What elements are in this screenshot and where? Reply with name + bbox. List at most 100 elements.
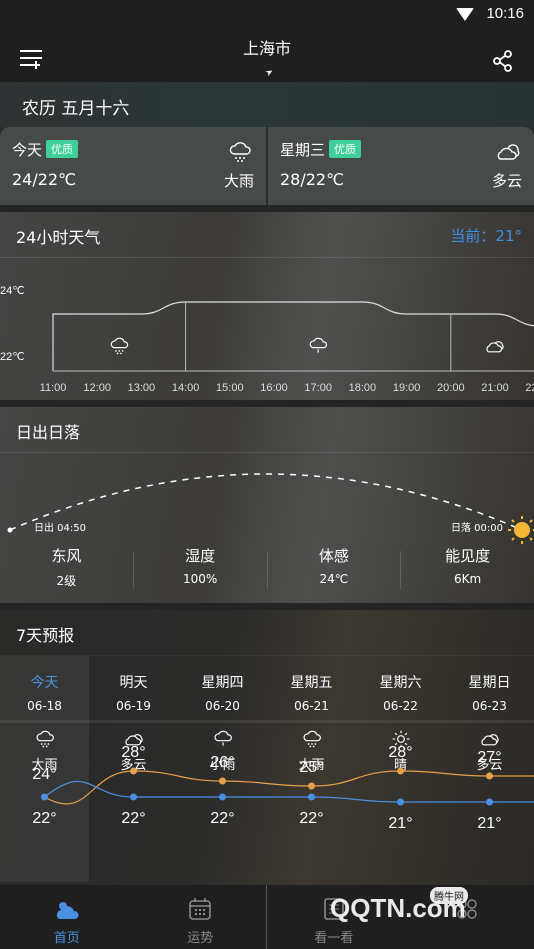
low-temp-point (219, 793, 226, 801)
hour-label: 13:00 (128, 382, 156, 394)
status-time: 10:16 (486, 5, 524, 22)
bottom-tab-bar: 首页 运势 看一看 QQTN.com 腾牛网 (0, 885, 534, 949)
forecast-temp-chart: 24° 22° 28° 22° 26° 22° 25° 22° 28° 21° 27° 21° (32, 744, 534, 832)
day-name: 今天 (12, 141, 43, 159)
high-temp-label: 24° (32, 766, 56, 783)
forecast-day-name: 星期四 (201, 675, 244, 691)
sun-icon (508, 516, 534, 544)
condition: 大雨 (223, 172, 254, 190)
share-icon[interactable] (492, 50, 514, 72)
hour-label: 11:00 (40, 382, 67, 394)
forecast-date: 06-18 (27, 699, 62, 713)
forecast-day-name: 星期六 (379, 675, 422, 691)
heavy-rain-icon (229, 142, 251, 162)
high-temp-label: 26° (210, 754, 234, 771)
low-temp-label: 22° (299, 810, 323, 827)
stat-humidity: 湿度 100% (134, 547, 268, 589)
hour-label: 12:00 (83, 382, 111, 394)
low-temp-point (308, 793, 315, 801)
sunrise-dot (7, 527, 13, 533)
aqi-badge: 优质 (329, 140, 362, 158)
status-bar: 10:16 (0, 0, 534, 30)
hourly-title: 24小时天气 (16, 228, 101, 247)
high-temp-point (219, 777, 226, 785)
low-temp-point (130, 793, 137, 801)
sun-section: 日出日落 日出 04:50 日落 00:00 东风 2级 湿度 100% 体感 24℃… (0, 407, 534, 603)
high-temp-label: 28° (121, 744, 145, 761)
hourly-chart[interactable]: 24℃ 22℃ 11:00 12:00 13:00 14:00 15:00 16:00 17:0… (0, 258, 534, 400)
day-summary-cards: 今天 优质 24/22℃ 大雨 星期三 优质 28/22℃ 多云 (0, 127, 534, 205)
high-temp-label: 25° (299, 759, 323, 776)
low-temp-point (486, 798, 493, 806)
tab-home[interactable]: 首页 (0, 885, 134, 949)
low-temp-line (44, 780, 534, 803)
low-temp-point (41, 793, 48, 801)
hour-label: 19:00 (393, 382, 421, 394)
low-temp-label: 21° (477, 815, 501, 832)
today-card[interactable]: 今天 优质 24/22℃ 大雨 (0, 127, 266, 205)
sunset-time: 日落 00:00 (451, 523, 503, 534)
aqi-badge: 优质 (46, 140, 79, 158)
forecast-date: 06-22 (383, 699, 418, 713)
forecast-section: 7天预报 今天 06-18 大雨 明天 06-19 多云 星期四 06-20 小… (0, 610, 534, 888)
high-temp-point (308, 782, 315, 790)
sunrise-time: 日出 04:50 (34, 523, 86, 534)
calendar-icon (189, 898, 212, 920)
city-title[interactable]: 上海市 (0, 35, 534, 59)
hour-label: 14:00 (172, 382, 200, 394)
condition: 多云 (491, 172, 522, 190)
weather-home-icon (56, 902, 79, 919)
stat-wind: 东风 2级 (0, 547, 134, 589)
y-axis-label: 24℃ (0, 285, 25, 297)
forecast-date: 06-23 (472, 699, 507, 713)
sun-arc (7, 473, 534, 544)
hour-label: 18:00 (349, 382, 377, 394)
weather-stats: 东风 2级 湿度 100% 体感 24℃ 能见度 6Km (0, 545, 534, 595)
high-temp-point (486, 772, 493, 780)
high-temp-point (397, 767, 404, 775)
high-temp-label: 28° (388, 744, 412, 761)
forecast-date: 06-21 (294, 699, 329, 713)
high-temp-point (130, 767, 137, 775)
high-temp-label: 27° (477, 749, 501, 766)
forecast-title: 7天预报 (16, 626, 75, 645)
hour-label: 22:00 (525, 382, 534, 394)
day-name: 星期三 (280, 141, 326, 159)
cloudy-icon (486, 341, 504, 353)
forecast-day-name: 今天 (30, 675, 59, 691)
tab-fortune[interactable]: 运势 (134, 885, 268, 949)
forecast-day-name: 明天 (119, 675, 148, 691)
cloudy-icon (497, 144, 520, 160)
hour-label: 17:00 (304, 382, 332, 394)
low-temp-point (397, 798, 404, 806)
stat-visibility: 能见度 6Km (445, 547, 491, 586)
high-temp-line (44, 770, 534, 805)
low-temp-label: 22° (32, 810, 56, 827)
temp-range: 24/22℃ (12, 170, 77, 189)
low-temp-label: 22° (121, 810, 145, 827)
lunar-date: 农历 五月十六 (0, 82, 534, 127)
temp-range: 28/22℃ (280, 170, 345, 189)
low-temp-label: 21° (388, 815, 412, 832)
wifi-icon (456, 8, 474, 21)
y-axis-label: 22℃ (0, 351, 25, 363)
stat-feels-like: 体感 24℃ (268, 547, 402, 589)
forecast-date: 06-19 (116, 699, 151, 713)
heavy-rain-icon (110, 337, 129, 355)
watermark: QQTN.com 腾牛网 (330, 887, 468, 924)
hour-label: 16:00 (260, 382, 288, 394)
hour-label: 21:00 (481, 382, 509, 394)
sun-title: 日出日落 (16, 423, 81, 442)
hourly-section: 24小时天气 当前：21° 24℃ 22℃ 11:00 12:00 13:00 14:00… (0, 212, 534, 400)
hourly-temp-line (52, 301, 534, 371)
location-arrow-icon: ➤ (264, 66, 276, 80)
current-temp: 当前：21° (450, 227, 522, 245)
light-rain-icon (309, 337, 328, 353)
forecast-day-name: 星期日 (468, 675, 511, 691)
tomorrow-card[interactable]: 星期三 优质 28/22℃ 多云 (268, 127, 534, 205)
hour-label: 20:00 (437, 382, 465, 394)
hour-label: 15:00 (216, 382, 244, 394)
app-header: 上海市 ➤ (0, 30, 534, 82)
forecast-day-name: 星期五 (290, 675, 333, 691)
forecast-date: 06-20 (205, 699, 240, 713)
